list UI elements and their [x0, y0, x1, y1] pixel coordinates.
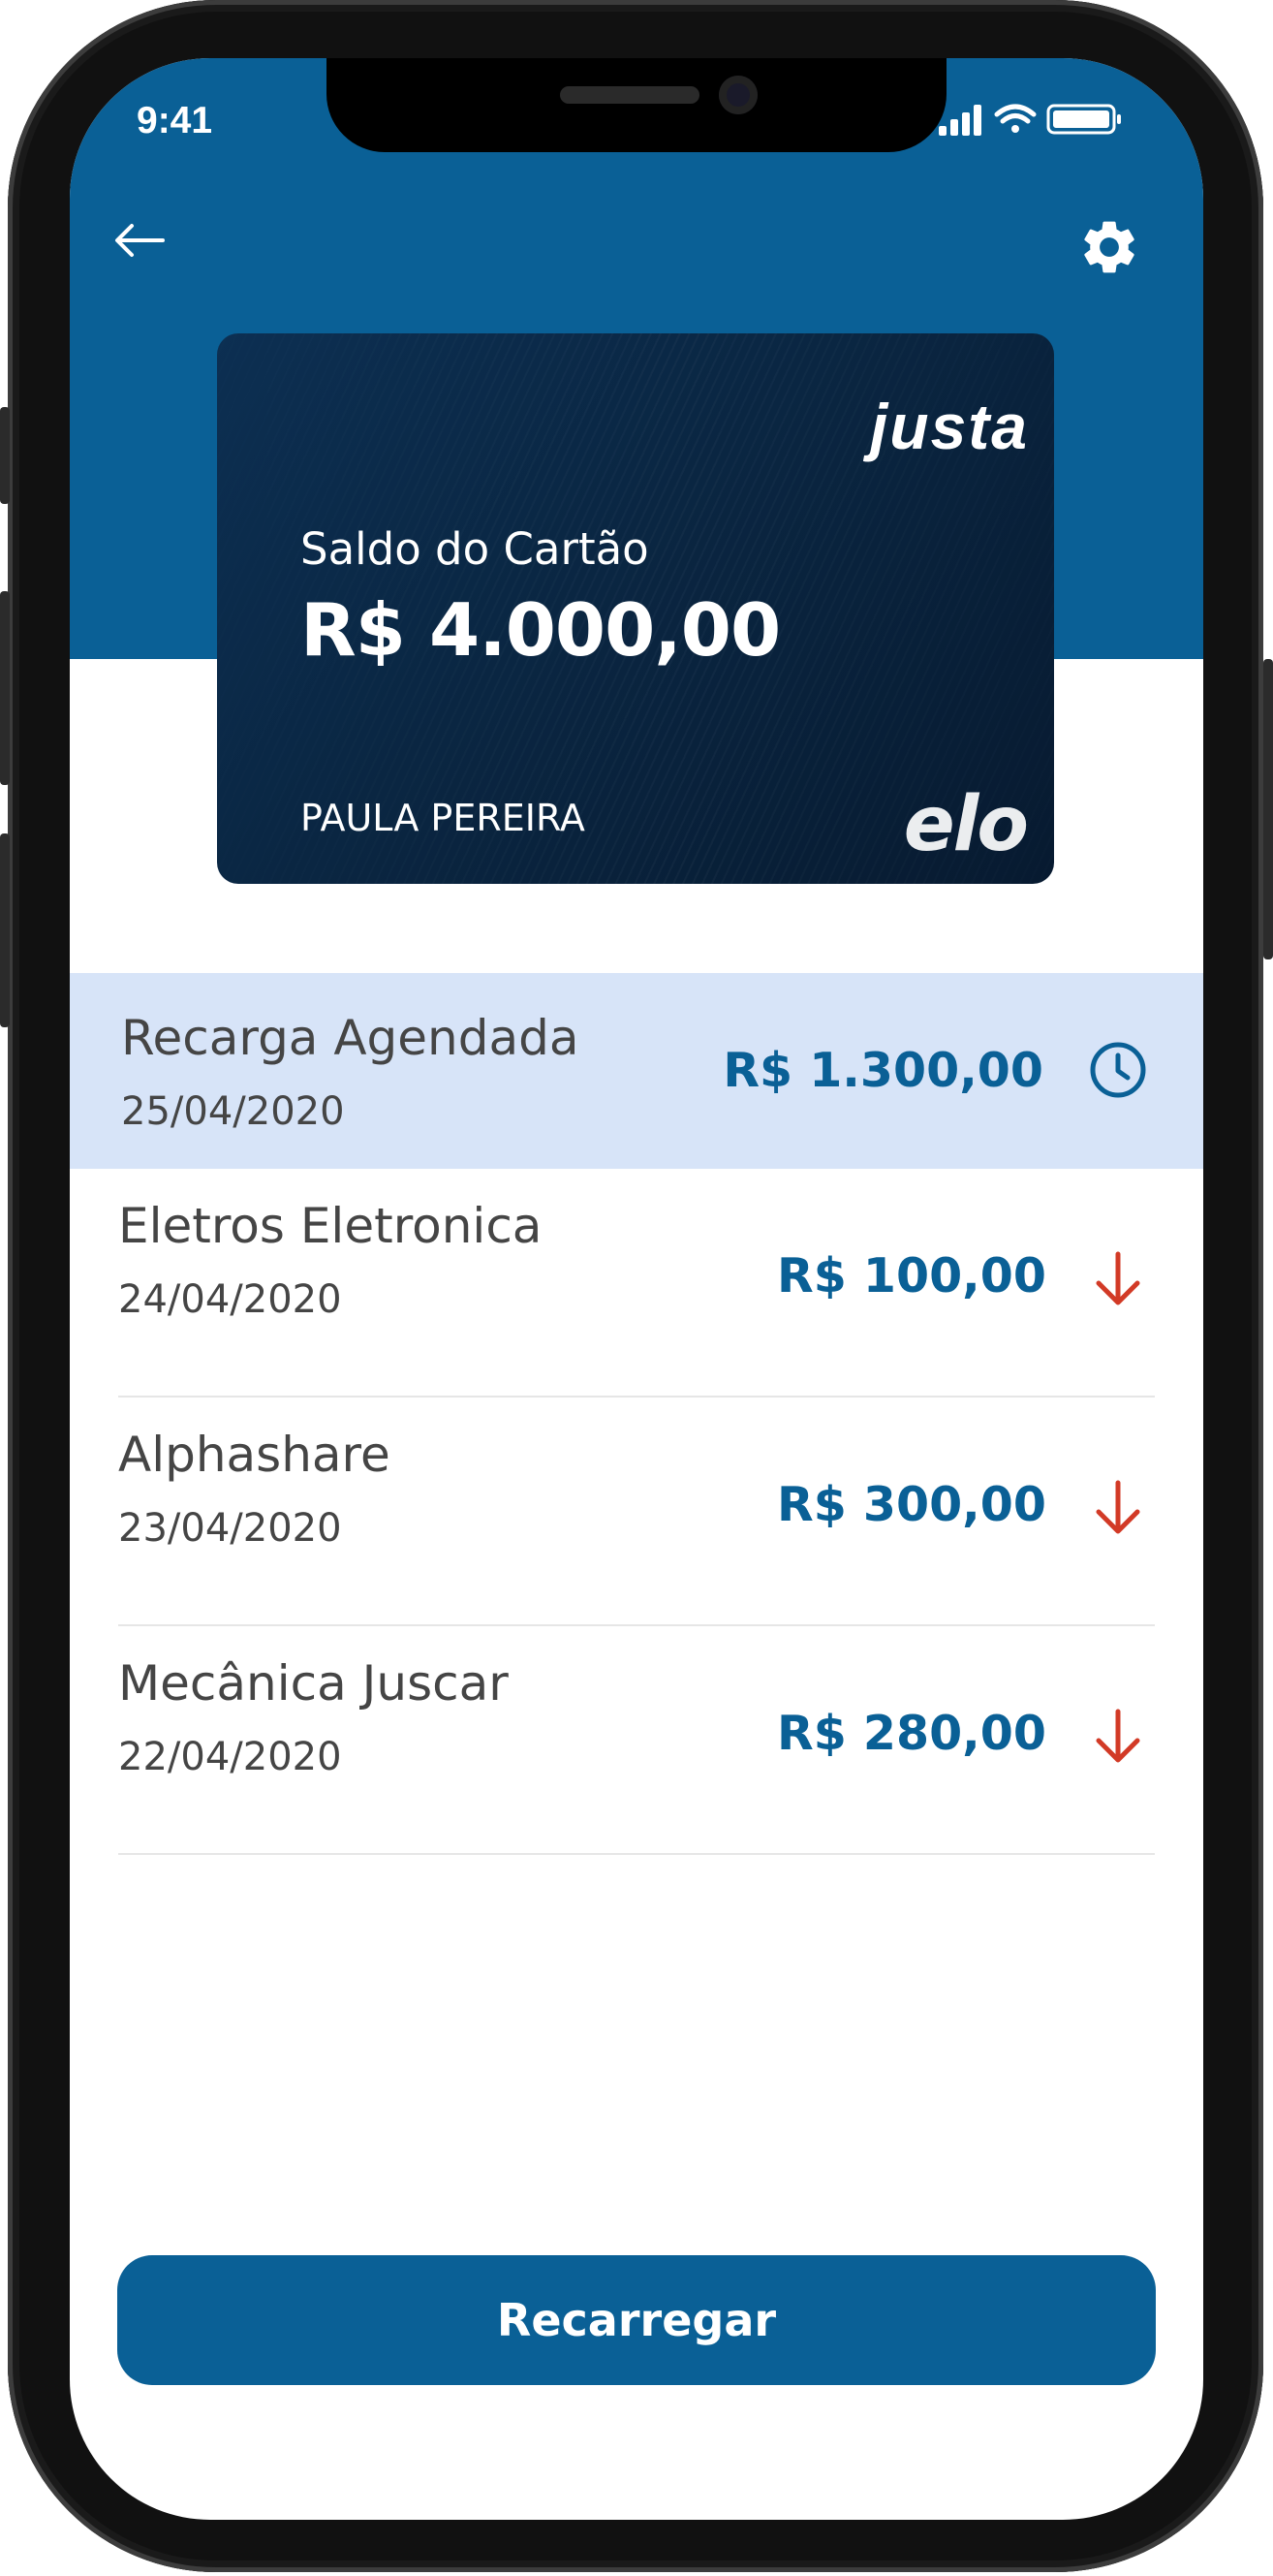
- phone-side-button: [1263, 659, 1273, 959]
- phone-side-button: [0, 407, 10, 504]
- speaker: [560, 86, 699, 104]
- signal-icon: [939, 105, 981, 136]
- card-brand-logo: justa: [869, 391, 1029, 462]
- phone-side-button: [0, 591, 10, 785]
- transaction-name: Eletros Eletronica: [118, 1198, 543, 1254]
- transaction-date: 24/04/2020: [118, 1277, 342, 1322]
- status-time: 9:41: [137, 100, 213, 141]
- battery-icon: [1046, 104, 1121, 135]
- card-holder-name: PAULA PEREIRA: [300, 797, 585, 839]
- transaction-name: Recarga Agendada: [121, 1010, 579, 1066]
- transaction-amount: R$ 1.300,00: [723, 1043, 1043, 1098]
- camera: [719, 76, 758, 114]
- arrow-left-icon: [115, 224, 165, 257]
- back-button[interactable]: [110, 215, 169, 266]
- list-item[interactable]: Recarga Agendada 25/04/2020 R$ 1.300,00: [70, 973, 1203, 1169]
- transaction-date: 25/04/2020: [121, 1089, 345, 1134]
- phone-side-button: [0, 833, 10, 1027]
- transaction-amount: R$ 280,00: [777, 1706, 1046, 1761]
- balance-card[interactable]: justa Saldo do Cartão R$ 4.000,00 PAULA …: [217, 333, 1054, 884]
- notch: [326, 58, 947, 152]
- transaction-name: Mecânica Juscar: [118, 1655, 509, 1712]
- transaction-amount: R$ 300,00: [777, 1477, 1046, 1532]
- transaction-amount: R$ 100,00: [777, 1248, 1046, 1304]
- clock-icon: [1090, 1042, 1146, 1098]
- settings-button[interactable]: [1075, 213, 1143, 281]
- transaction-list: Recarga Agendada 25/04/2020 R$ 1.300,00 …: [70, 973, 1203, 1855]
- arrow-down-icon: [1096, 1251, 1140, 1305]
- card-network-logo: elo: [903, 781, 1029, 868]
- arrow-down-icon: [1096, 1480, 1140, 1534]
- transaction-name: Alphashare: [118, 1427, 390, 1483]
- divider: [118, 1853, 1155, 1855]
- app-screen: 9:41 justa Saldo do Cartão R$ 4.000,00 P…: [70, 58, 1203, 2520]
- balance-label: Saldo do Cartão: [300, 523, 649, 575]
- list-item[interactable]: Mecânica Juscar 22/04/2020 R$ 280,00: [70, 1626, 1203, 1855]
- transaction-date: 23/04/2020: [118, 1506, 342, 1551]
- status-icons: [939, 104, 1121, 136]
- list-item[interactable]: Alphashare 23/04/2020 R$ 300,00: [70, 1398, 1203, 1626]
- transaction-date: 22/04/2020: [118, 1735, 342, 1779]
- balance-value: R$ 4.000,00: [300, 587, 781, 673]
- gear-icon: [1084, 221, 1134, 273]
- list-item[interactable]: Eletros Eletronica 24/04/2020 R$ 100,00: [70, 1169, 1203, 1398]
- arrow-down-icon: [1096, 1709, 1140, 1763]
- wifi-icon: [994, 104, 1037, 133]
- recharge-button[interactable]: Recarregar: [117, 2255, 1156, 2385]
